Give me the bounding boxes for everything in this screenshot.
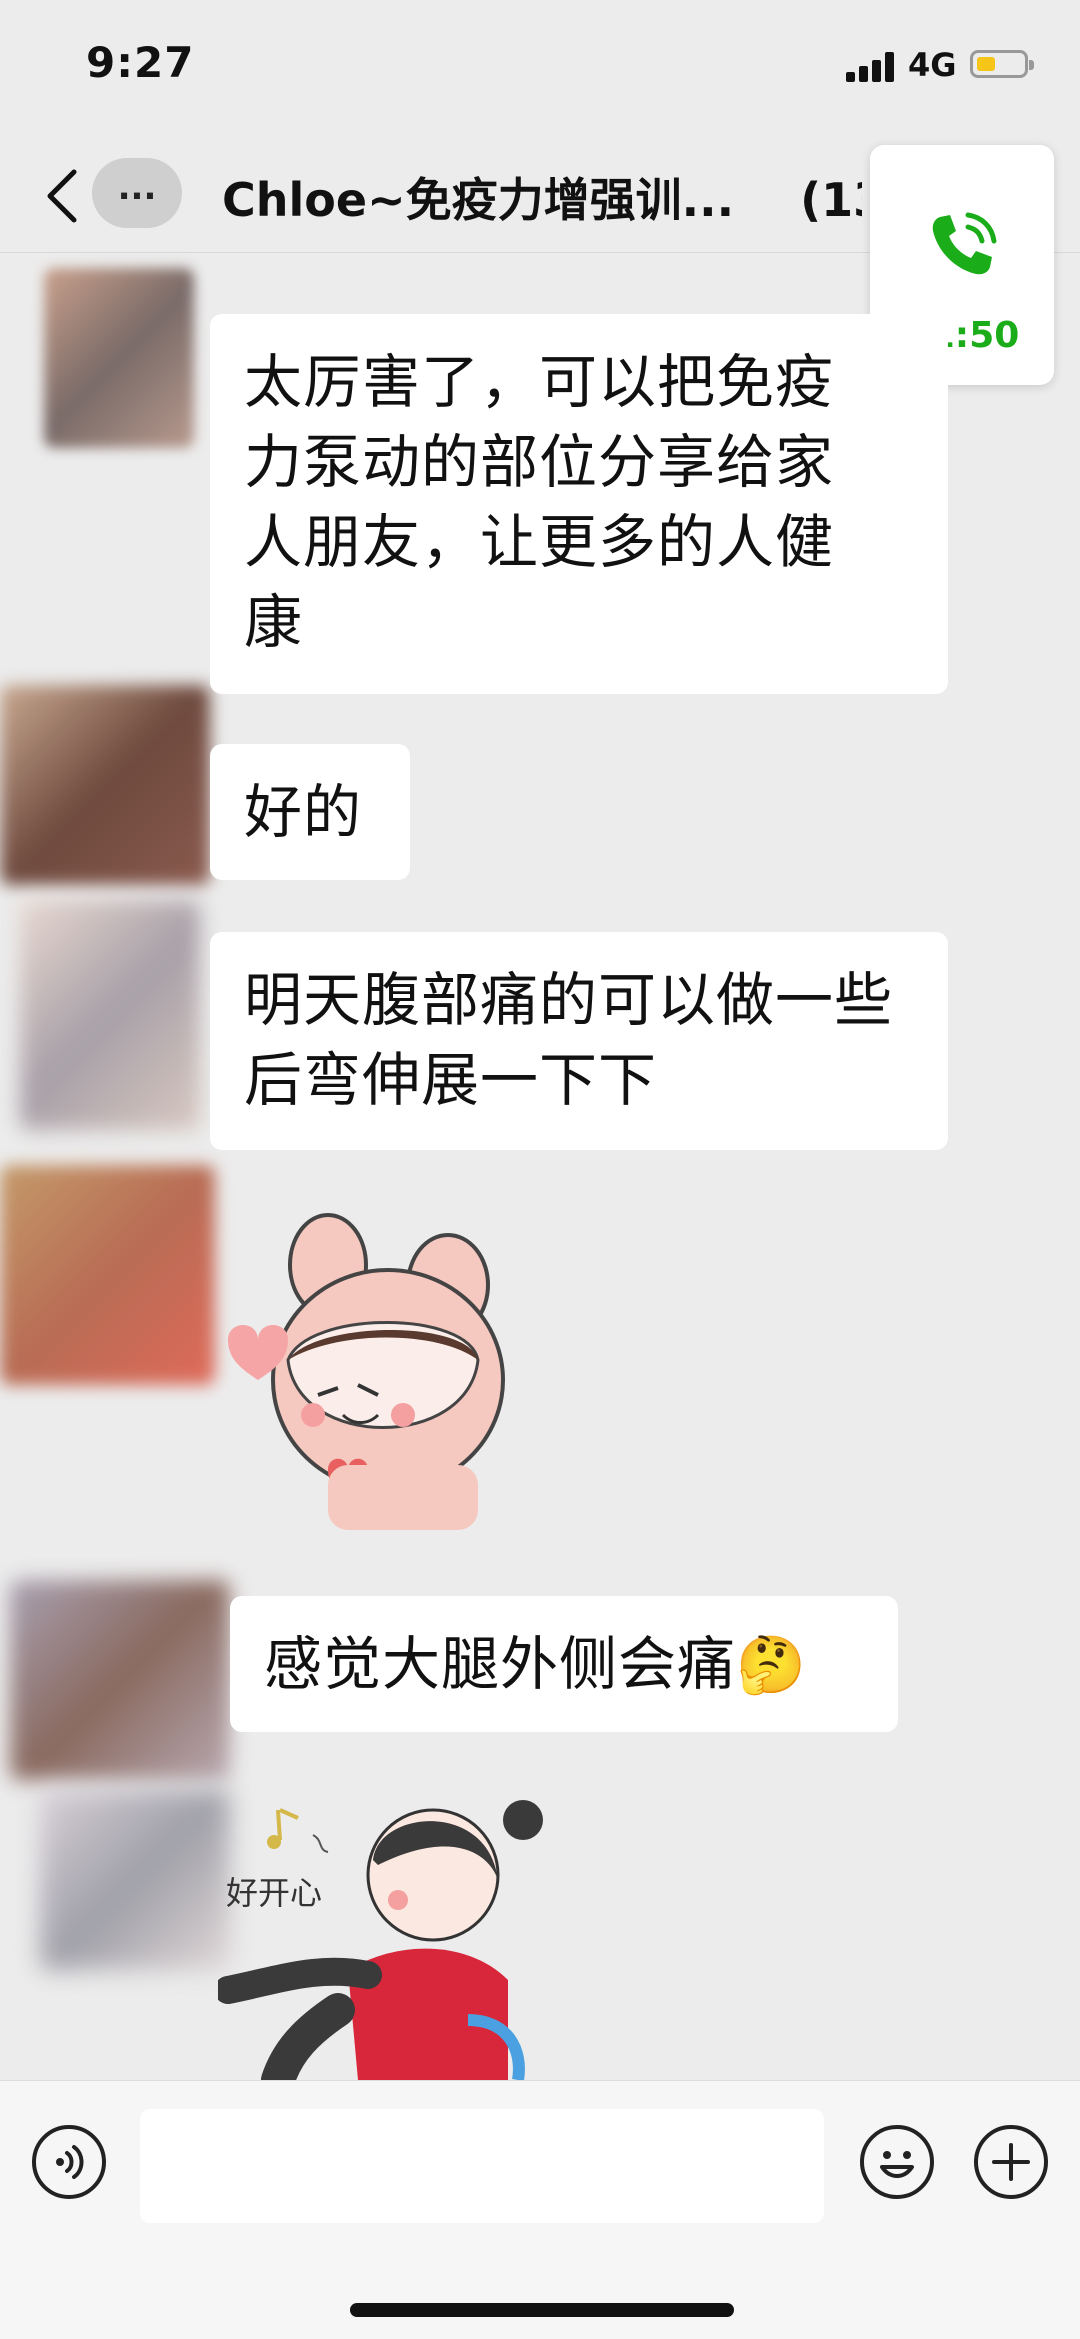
smiley-icon: [880, 2151, 914, 2178]
status-time: 9:27: [86, 38, 195, 87]
message-input[interactable]: [140, 2109, 824, 2223]
network-label: 4G: [908, 46, 957, 84]
thinking-face-icon: 🤔: [736, 1633, 807, 1698]
input-bar: [0, 2080, 1080, 2339]
home-indicator: [350, 2303, 734, 2317]
avatar[interactable]: [0, 685, 210, 885]
message-bubble[interactable]: 太厉害了，可以把免疫力泵动的部位分享给家人朋友，让更多的人健康: [210, 314, 948, 694]
plus-icon: [992, 2143, 1030, 2181]
avatar[interactable]: [44, 268, 194, 448]
avatar[interactable]: [40, 1790, 230, 1970]
avatar[interactable]: [0, 1165, 215, 1385]
add-button[interactable]: [974, 2125, 1048, 2199]
happy-girl-sticker[interactable]: [218, 1790, 558, 2080]
message-bubble[interactable]: 明天腹部痛的可以做一些后弯伸展一下下: [210, 932, 948, 1150]
avatar[interactable]: [20, 900, 200, 1130]
emoji-button[interactable]: [860, 2125, 934, 2199]
battery-icon: [970, 50, 1034, 78]
message-bubble[interactable]: 感觉大腿外侧会痛🤔: [230, 1596, 898, 1732]
member-count: (13: [800, 173, 862, 227]
voice-icon: [56, 2145, 84, 2179]
phone-call-icon: [932, 212, 997, 275]
signal-icon: [846, 52, 898, 82]
more-button[interactable]: ...: [92, 158, 182, 228]
back-icon[interactable]: [42, 166, 86, 226]
message-bubble[interactable]: 好的: [210, 744, 410, 880]
bunny-girl-sticker[interactable]: [218, 1210, 548, 1540]
chat-title[interactable]: Chloe~免疫力增强训... (13: [222, 164, 862, 230]
status-bar: 9:27 4G: [0, 0, 1080, 140]
message-text: 感觉大腿外侧会痛: [264, 1630, 737, 1698]
avatar[interactable]: [10, 1580, 230, 1780]
sticker-caption: 好开心: [226, 1874, 323, 1912]
chat-title-text: Chloe~免疫力增强训...: [222, 173, 735, 227]
voice-button[interactable]: [32, 2125, 106, 2199]
